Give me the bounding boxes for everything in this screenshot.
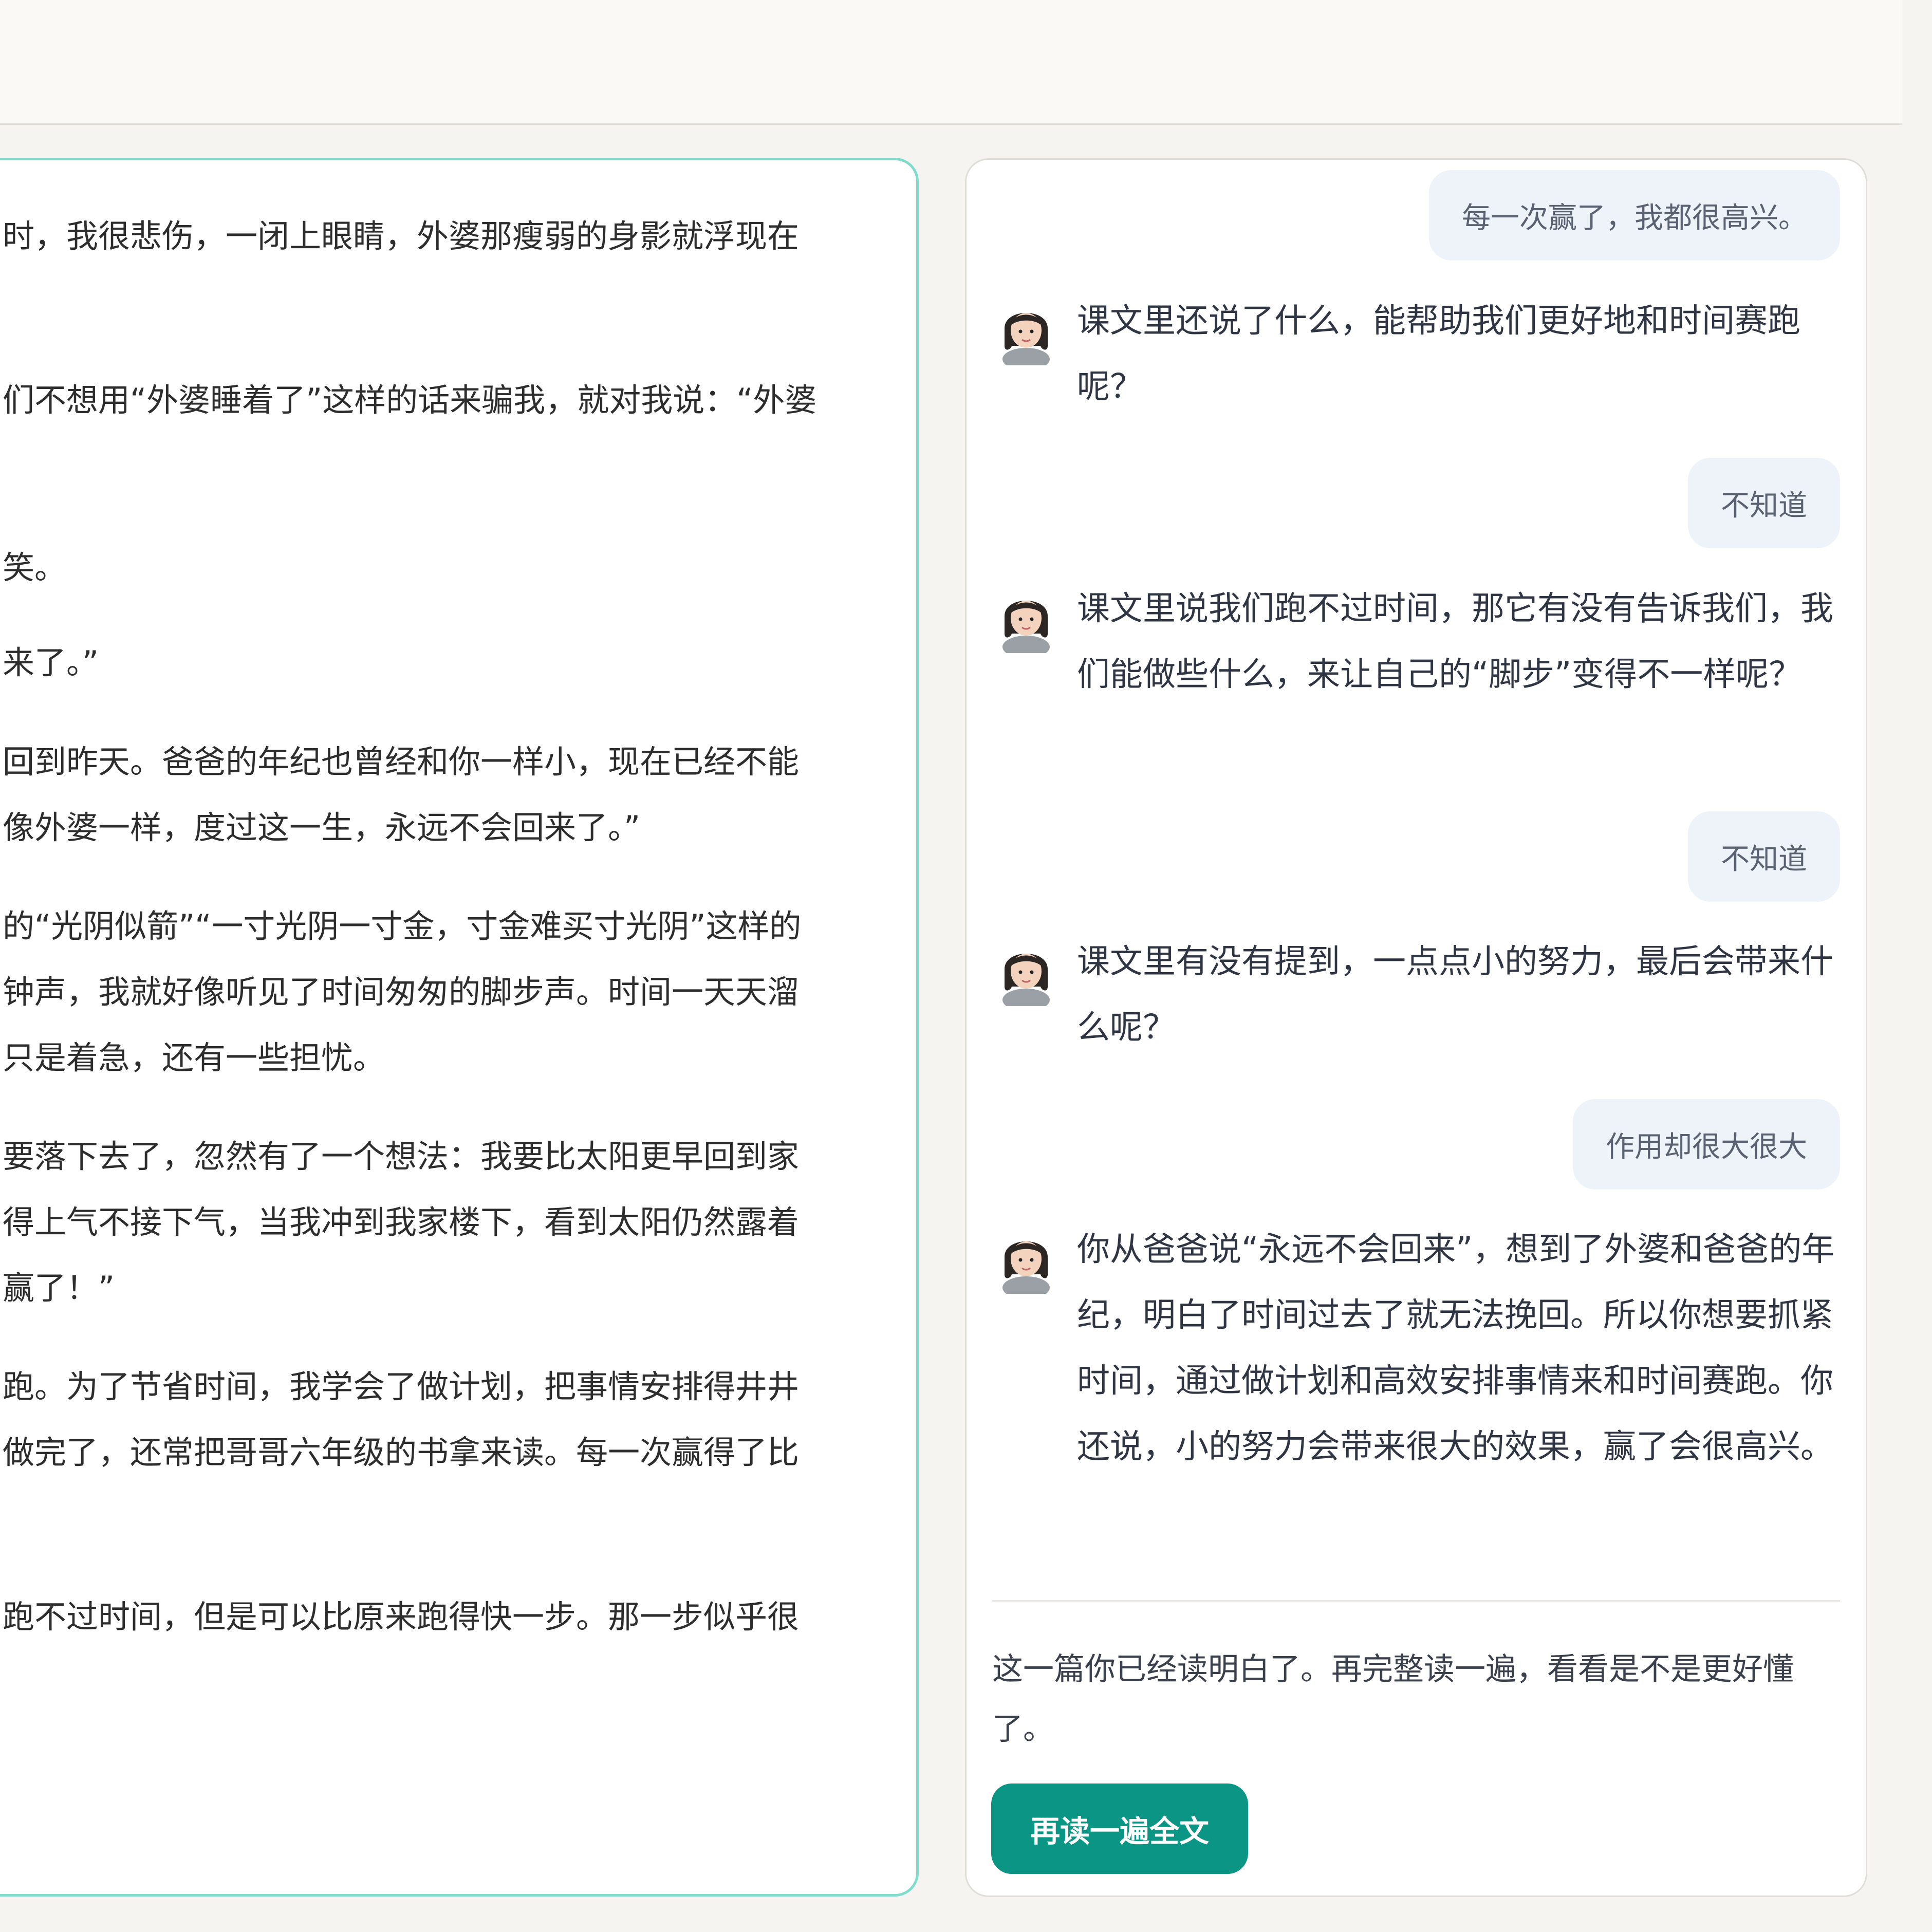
reread-full-text-button[interactable]: 再读一遍全文 bbox=[991, 1784, 1248, 1874]
student-message: 不知道 bbox=[1688, 811, 1840, 902]
teacher-avatar-icon bbox=[997, 940, 1055, 1011]
student-message-text: 不知道 bbox=[1721, 842, 1807, 876]
reading-summary: 这一篇你已经读明白了。再完整读一遍，看看是不是更好懂了。 bbox=[992, 1651, 1794, 1747]
article-line: 来了。” bbox=[3, 644, 99, 681]
article-line: 得上气不接下气，当我冲到我家楼下，看到太阳仍然露着 bbox=[3, 1203, 800, 1241]
article-line: 回到昨天。爸爸的年纪也曾经和你一样小，现在已经不能 bbox=[3, 743, 800, 781]
student-message-text: 每一次赢了，我都很高兴。 bbox=[1462, 201, 1807, 235]
tutor-message-text: 课文里还说了什么，能帮助我们更好地和时间赛跑呢？ bbox=[1077, 302, 1800, 406]
tutor-message-text: 课文里说我们跑不过时间，那它有没有告诉我们，我们能做些什么，来让自己的“脚步”变… bbox=[1077, 590, 1833, 694]
article-line: 像外婆一样，度过这一生，永远不会回来了。” bbox=[3, 809, 641, 846]
teacher-avatar-icon bbox=[997, 587, 1055, 658]
student-message-text: 不知道 bbox=[1721, 489, 1807, 523]
article-line: 跑不过时间，但是可以比原来跑得快一步。那一步似乎很 bbox=[3, 1598, 800, 1636]
article-line: 只是着急，还有一些担忧。 bbox=[3, 1039, 385, 1076]
teacher-avatar-icon bbox=[997, 300, 1055, 370]
article-line: 做完了，还常把哥哥六年级的书拿来读。每一次赢得了比 bbox=[3, 1434, 800, 1471]
article-reader-panel[interactable]: 时，我很悲伤，一闭上眼睛，外婆那瘦弱的身影就浮现在 们不想用“外婆睡着了”这样的… bbox=[0, 158, 919, 1897]
tutor-message-text: 课文里有没有提到，一点点小的努力，最后会带来什么呢？ bbox=[1077, 943, 1833, 1047]
article-line: 们不想用“外婆睡着了”这样的话来骗我，就对我说：“外婆 bbox=[3, 381, 817, 419]
article-line: 的“光阴似箭”“一寸光阴一寸金，寸金难买寸光阴”这样的 bbox=[3, 907, 802, 945]
article-line: 笑。 bbox=[3, 549, 67, 586]
student-message: 作用却很大很大 bbox=[1573, 1099, 1840, 1190]
article-line: 时，我很悲伤，一闭上眼睛，外婆那瘦弱的身影就浮现在 bbox=[3, 217, 800, 255]
article-line: 钟声，我就好像听见了时间匆匆的脚步声。时间一天天溜 bbox=[3, 973, 800, 1011]
student-message-text: 作用却很大很大 bbox=[1606, 1130, 1807, 1164]
tutor-message-text: 你从爸爸说“永远不会回来”，想到了外婆和爸爸的年纪，明白了时间过去了就无法挽回。… bbox=[1077, 1231, 1835, 1466]
chat-divider bbox=[992, 1600, 1840, 1602]
student-message: 每一次赢了，我都很高兴。 bbox=[1429, 170, 1840, 261]
teacher-avatar-icon bbox=[997, 1228, 1055, 1299]
student-message: 不知道 bbox=[1688, 458, 1840, 548]
article-line: 要落下去了，忽然有了一个想法：我要比太阳更早回到家 bbox=[3, 1138, 800, 1175]
article-line: 跑。为了节省时间，我学会了做计划，把事情安排得井井 bbox=[3, 1368, 800, 1405]
top-bar bbox=[0, 0, 1902, 125]
article-line: 赢了！” bbox=[3, 1269, 115, 1307]
tutor-chat-panel[interactable]: 每一次赢了，我都很高兴。 课文里还说了什么，能帮助我们更好地和时间赛跑呢？ 不知… bbox=[965, 158, 1867, 1897]
